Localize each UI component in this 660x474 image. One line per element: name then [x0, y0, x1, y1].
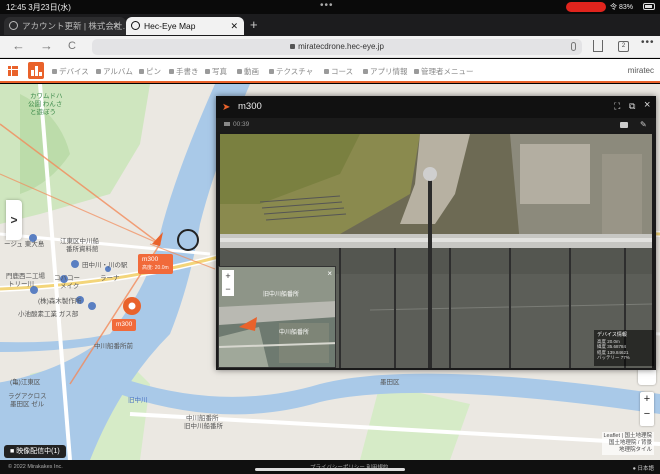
- browser-tab-bar: アカウント更新 | 株式会社… ✕ Hec-Eye Map ✕ +: [0, 14, 660, 36]
- minimap-zoom: + −: [222, 270, 234, 296]
- map-label: (亀)江東区: [10, 379, 41, 386]
- minimap-label: 中川船番所: [279, 330, 310, 336]
- close-video-button[interactable]: ×: [644, 99, 650, 111]
- drone-tag-sub: 高度: 20.0m: [142, 265, 169, 271]
- brand-logo-icon[interactable]: [28, 62, 44, 79]
- zoom-out-button[interactable]: −: [640, 407, 654, 422]
- tab-hec-eye-map[interactable]: Hec-Eye Map ✕: [126, 17, 244, 35]
- app-grid-icon[interactable]: [8, 66, 18, 76]
- menu-video[interactable]: 動画: [237, 66, 259, 77]
- menu-course[interactable]: コース: [324, 66, 353, 77]
- address-bar: ← → C miratecdrone.hec-eye.jp 2 •••: [0, 36, 660, 58]
- attribution-line: 地理院タイル: [618, 447, 652, 453]
- minimap-zoom-out[interactable]: −: [222, 283, 234, 296]
- popout-button[interactable]: ⧉: [629, 101, 635, 112]
- tab-title: アカウント更新 | 株式会社…: [22, 21, 126, 31]
- camera-icon[interactable]: [620, 122, 628, 128]
- attribution-line: 国土地理院 / 背景: [608, 440, 652, 446]
- close-tab-icon[interactable]: ✕: [112, 17, 120, 35]
- close-tab-icon[interactable]: ✕: [230, 17, 238, 35]
- live-streaming-label: 映像配信中(1): [16, 448, 60, 455]
- map-label: 田中川・川の駅: [82, 262, 128, 269]
- map-label: ラーナ: [100, 275, 120, 282]
- menu-album[interactable]: アルバム: [96, 66, 133, 77]
- menu-pin[interactable]: ピン: [139, 66, 161, 77]
- battery-icon: [643, 3, 655, 10]
- video-title: m300: [238, 101, 262, 112]
- drone-tag[interactable]: m300: [112, 319, 137, 331]
- device-info-title: デバイス情報: [597, 332, 627, 338]
- globe-icon: [9, 21, 18, 30]
- map-label: 旧中川船番所: [184, 423, 223, 430]
- map-label: (株)森木製作所: [38, 298, 82, 305]
- url-text: miratecdrone.hec-eye.jp: [298, 42, 384, 51]
- home-indicator[interactable]: [255, 468, 405, 471]
- reload-button[interactable]: C: [68, 38, 76, 54]
- pen-icon[interactable]: ✎: [640, 120, 647, 129]
- video-subheader: 00:39: [216, 118, 656, 132]
- drone-tag[interactable]: m300 高度: 20.0m: [138, 254, 173, 274]
- microphone-icon[interactable]: [571, 42, 576, 51]
- video-minimap[interactable]: + − × 旧中川船番所 中川船番所: [218, 266, 336, 368]
- menu-handwriting[interactable]: 手書き: [169, 66, 199, 77]
- drone-tag-name: m300: [116, 321, 133, 328]
- forward-button[interactable]: →: [40, 38, 53, 54]
- sidebar-toggle-button[interactable]: >: [6, 200, 22, 240]
- multitask-dots[interactable]: •••: [320, 0, 334, 11]
- minimap-label: 旧中川船番所: [263, 292, 300, 298]
- menu-device[interactable]: デバイス: [52, 66, 89, 77]
- map-label: 墨田区 ゼル: [10, 401, 45, 408]
- status-bar: 12:45 3月23日(水) ••• 令 83%: [0, 0, 660, 14]
- telemetry-line: バッテリー 77%: [597, 355, 630, 360]
- minimap-zoom-in[interactable]: +: [222, 270, 234, 283]
- video-elapsed: 00:39: [224, 121, 249, 128]
- map-label: 小池酸素工業 ガス部: [18, 311, 79, 318]
- video-header[interactable]: ➤ m300 ⛶ ⧉ ×: [216, 96, 656, 118]
- map-label: と遊ぼう: [30, 109, 56, 116]
- tab-account-update[interactable]: アカウント更新 | 株式会社… ✕: [4, 17, 126, 35]
- device-info-panel: デバイス情報 高度 20.0m 緯度 35.68784 経度 139.84621…: [594, 330, 654, 366]
- tab-overview-button[interactable]: 2: [618, 41, 629, 52]
- map-label: 番所資料館: [66, 246, 99, 253]
- map-label: コバコー: [54, 275, 80, 282]
- share-icon[interactable]: [593, 40, 603, 52]
- language-selector[interactable]: ● 日本語: [633, 464, 654, 472]
- new-tab-button[interactable]: +: [250, 17, 258, 33]
- fullscreen-button[interactable]: ⛶: [614, 101, 620, 112]
- map-label: 旧中川: [128, 397, 148, 404]
- lock-icon: [290, 44, 296, 49]
- status-time: 12:45 3月23日(水): [6, 3, 71, 12]
- drone-tag-name: m300: [142, 256, 159, 263]
- menu-photo[interactable]: 写真: [205, 66, 227, 77]
- map-label: トリー川: [8, 281, 34, 288]
- minimap-close-button[interactable]: ×: [327, 269, 332, 278]
- attribution-line[interactable]: Leaflet | 国土地理院: [604, 433, 653, 440]
- map-label: 墨田区: [380, 379, 400, 386]
- live-streaming-badge[interactable]: ■ 映像配信中(1): [4, 445, 66, 458]
- more-icon[interactable]: •••: [641, 37, 655, 48]
- menu-admin[interactable]: 管理者メニュー: [414, 66, 474, 77]
- user-menu[interactable]: miratec: [628, 66, 654, 75]
- recording-indicator[interactable]: [566, 2, 606, 12]
- bottom-bar: © 2022 Mirakakes Inc. プライバシーポリシー 利用規約 ● …: [0, 460, 660, 474]
- copyright-text: © 2022 Mirakakes Inc.: [8, 464, 63, 470]
- map-label: 中川船番所前: [94, 343, 133, 350]
- tab-title: Hec-Eye Map: [144, 21, 196, 31]
- back-button[interactable]: ←: [12, 38, 25, 54]
- menu-app-info[interactable]: アプリ情報: [363, 66, 408, 77]
- app-toolbar: デバイス アルバム ピン 手書き 写真 動画 テクスチャ コース アプリ情報 管…: [0, 59, 660, 83]
- menu-texture[interactable]: テクスチャ: [269, 66, 313, 77]
- globe-icon: [131, 21, 140, 30]
- map-zoom-control: + −: [640, 392, 654, 426]
- map-attribution: Leaflet | 国土地理院 国土地理院 / 背景 地理院タイル: [601, 432, 654, 455]
- drone-icon: ➤: [222, 102, 231, 113]
- zoom-in-button[interactable]: +: [640, 392, 654, 407]
- status-system: 令 83%: [610, 4, 633, 11]
- minimap-tiles: [219, 267, 335, 367]
- url-field[interactable]: miratecdrone.hec-eye.jp: [92, 39, 582, 55]
